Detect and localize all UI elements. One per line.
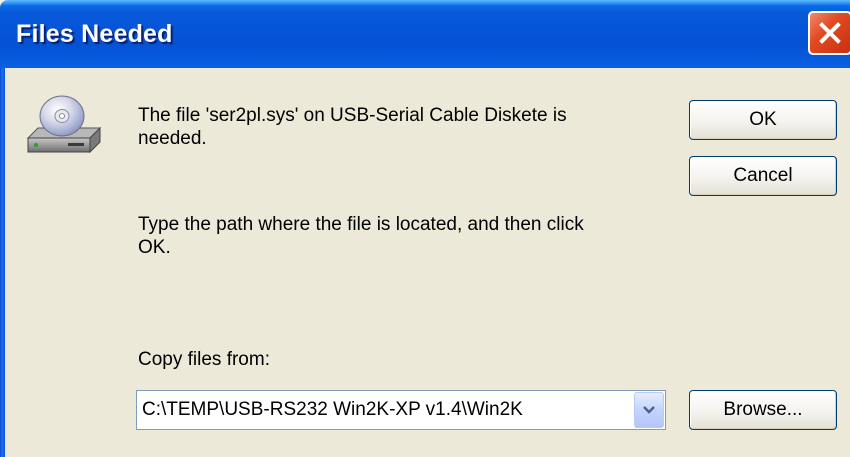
cd-drive-icon: [26, 95, 102, 154]
ok-button[interactable]: OK: [689, 100, 837, 140]
cancel-button[interactable]: Cancel: [689, 156, 837, 196]
copy-from-label: Copy files from:: [138, 349, 270, 370]
dialog-title: Files Needed: [16, 20, 173, 48]
ok-button-label: OK: [749, 109, 777, 130]
chevron-down-icon: [643, 406, 655, 414]
copy-from-combobox[interactable]: C:\TEMP\USB-RS232 Win2K-XP v1.4\Win2K: [136, 390, 666, 430]
close-button[interactable]: [808, 11, 850, 55]
window-frame-left: [0, 68, 5, 457]
cancel-button-label: Cancel: [733, 165, 793, 186]
message-line-2: needed.: [138, 128, 207, 149]
browse-button[interactable]: Browse...: [689, 390, 837, 430]
message-line-3: Type the path where the file is located,…: [138, 214, 584, 235]
message-line-4: OK.: [138, 237, 171, 258]
title-bar[interactable]: Files Needed: [0, 0, 850, 68]
title-bar-sheen: [0, 0, 850, 6]
browse-button-label: Browse...: [723, 399, 803, 420]
copy-from-value[interactable]: C:\TEMP\USB-RS232 Win2K-XP v1.4\Win2K: [142, 399, 523, 421]
close-icon: [819, 22, 841, 44]
message-line-1: The file 'ser2pl.sys' on USB-Serial Cabl…: [138, 105, 567, 126]
files-needed-dialog: Files Needed The file 'ser2pl.sys' on US…: [0, 0, 850, 457]
combo-dropdown-button[interactable]: [634, 392, 664, 428]
